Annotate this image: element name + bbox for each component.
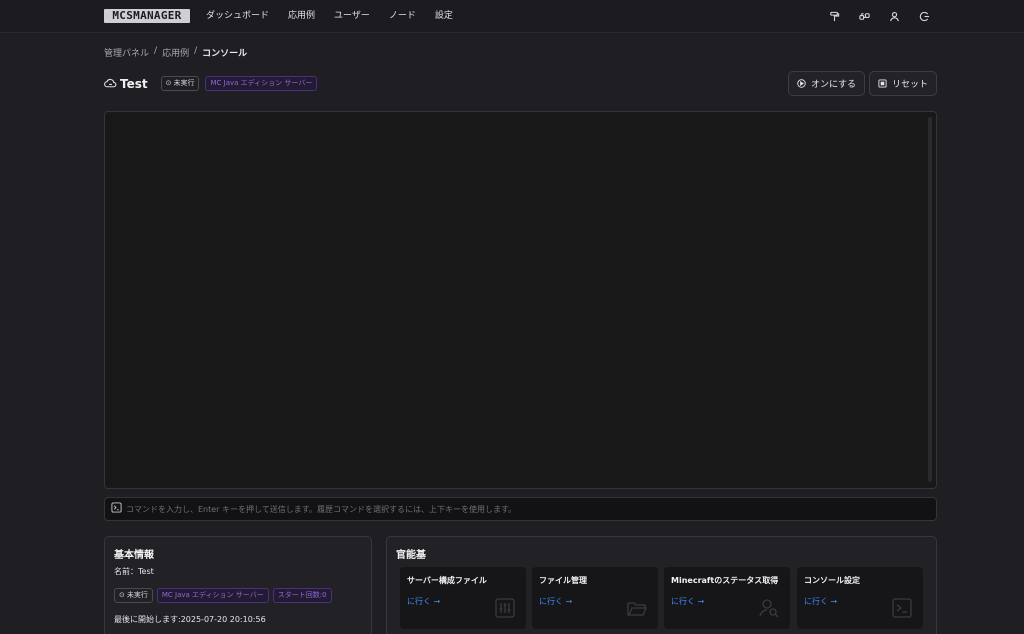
clock-icon: ⊙ [119, 591, 125, 599]
clock-icon: ⊙ [165, 79, 172, 87]
api-icon[interactable] [858, 9, 870, 23]
status-label: 未実行 [126, 591, 148, 599]
app-logo[interactable]: MCSMANAGER [104, 9, 190, 23]
terminal-icon [891, 597, 913, 619]
instance-name-line: 名前：Test [114, 567, 154, 576]
status-badge: ⊙ 未実行 [114, 588, 153, 603]
feature-title: サーバー構成ファイル [407, 576, 487, 585]
reset-label: リセット [891, 80, 928, 90]
basic-info-title: 基本情報 [114, 550, 154, 561]
feature-go-link[interactable]: に行く → [407, 596, 440, 607]
features-card: 官能基 サーバー構成ファイル に行く → ファイル管理 に行く → Minecr… [386, 536, 937, 634]
instance-name: Test [120, 76, 148, 91]
nav-dashboard[interactable]: ダッシュボード [206, 0, 269, 33]
folder-open-icon [626, 597, 648, 619]
config-file-icon [494, 597, 516, 619]
status-badge: ⊙ 未実行 [160, 76, 200, 91]
feature-go-link[interactable]: に行く → [804, 596, 837, 607]
breadcrumb-panel[interactable]: 管理パネル [104, 46, 149, 59]
nav-nodes[interactable]: ノード [389, 0, 416, 33]
start-button[interactable]: オンにする [788, 71, 865, 96]
top-navbar: MCSMANAGER ダッシュボード 応用例 ユーザー ノード 設定 [0, 0, 1024, 33]
feature-console-settings[interactable]: コンソール設定 に行く → [797, 567, 923, 629]
instance-type-badge: MC Java エディション サーバー [205, 76, 318, 91]
logout-icon[interactable] [918, 9, 930, 23]
feature-go-link[interactable]: に行く → [539, 596, 572, 607]
nav-users[interactable]: ユーザー [334, 0, 370, 33]
feature-title: コンソール設定 [804, 576, 860, 585]
breadcrumb-separator: / [194, 46, 198, 56]
status-label: 未実行 [173, 79, 195, 87]
basic-info-card: 基本情報 名前：Test ⊙ 未実行 MC Java エディション サーバー ス… [104, 536, 372, 634]
console-scrollbar[interactable] [928, 117, 932, 482]
main-nav: ダッシュボード 応用例 ユーザー ノード 設定 [206, 0, 472, 33]
breadcrumb: 管理パネル / 応用例 / コンソール [104, 46, 247, 59]
start-count-badge: スタート回数:0 [272, 588, 332, 603]
feature-go-link[interactable]: に行く → [671, 596, 704, 607]
user-icon[interactable] [888, 9, 900, 23]
user-search-icon [758, 597, 780, 619]
features-title: 官能基 [396, 550, 426, 561]
command-input[interactable] [126, 504, 936, 514]
instance-type-badge: MC Java エディション サーバー [156, 588, 269, 603]
paint-roller-icon[interactable] [828, 9, 840, 23]
stop-square-icon [878, 79, 887, 88]
last-start-time: 最後に開始します:2025-07-20 20:10:56 [114, 615, 266, 624]
feature-title: ファイル管理 [539, 576, 587, 585]
breadcrumb-console: コンソール [202, 49, 248, 59]
start-label: オンにする [810, 80, 857, 90]
command-bar [104, 497, 937, 521]
console-output[interactable] [104, 111, 937, 489]
instance-header: Test ⊙ 未実行 MC Java エディション サーバー [104, 76, 323, 91]
nav-settings[interactable]: 設定 [435, 0, 453, 33]
play-circle-icon [797, 79, 806, 88]
terminal-icon [111, 502, 122, 516]
feature-server-config[interactable]: サーバー構成ファイル に行く → [400, 567, 526, 629]
breadcrumb-instances[interactable]: 応用例 [162, 46, 189, 59]
cloud-server-icon [104, 77, 117, 90]
top-actions [828, 9, 930, 23]
nav-instances[interactable]: 応用例 [288, 0, 315, 33]
feature-file-manager[interactable]: ファイル管理 に行く → [532, 567, 658, 629]
breadcrumb-separator: / [154, 46, 158, 56]
basic-info-tags: ⊙ 未実行 MC Java エディション サーバー スタート回数:0 [114, 588, 336, 603]
feature-title: Minecraftのステータス取得 [671, 576, 779, 585]
reset-button[interactable]: リセット [869, 71, 937, 96]
feature-minecraft-status[interactable]: Minecraftのステータス取得 に行く → [664, 567, 790, 629]
